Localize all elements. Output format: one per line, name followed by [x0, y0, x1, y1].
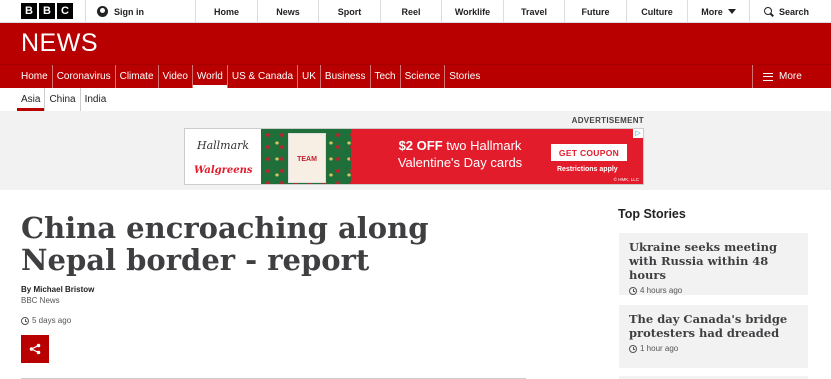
clock-icon — [629, 286, 637, 295]
signin-button[interactable]: Sign in — [85, 0, 144, 23]
ad-headline: $2 OFF two Hallmark Valentine's Day card… — [380, 137, 540, 171]
top-story-card[interactable]: Ukraine seeks meeting with Russia within… — [619, 233, 808, 295]
top-story-title[interactable]: The day Canada's bridge protesters had d… — [629, 312, 798, 340]
topnav-culture[interactable]: Culture — [626, 0, 687, 23]
top-story-time: 1 hour ago — [629, 344, 798, 353]
article-source: BBC News — [21, 296, 60, 305]
top-stories-title: Top Stories — [618, 207, 686, 221]
top-story-card[interactable]: The day Canada's bridge protesters had d… — [619, 305, 808, 368]
top-story-time-label: 4 hours ago — [640, 286, 683, 295]
ad-small-print: © HMK, LLC — [613, 177, 639, 182]
topnav-news[interactable]: News — [257, 0, 318, 23]
section-nav-item-business[interactable]: Business — [321, 65, 371, 88]
article-time: 5 days ago — [32, 316, 72, 325]
ad-label: ADVERTISEMENT — [571, 116, 644, 125]
topnav-home[interactable]: Home — [195, 0, 257, 23]
get-coupon-button[interactable]: GET COUPON — [551, 144, 627, 161]
topnav-sport[interactable]: Sport — [318, 0, 380, 23]
topnav-more-button[interactable]: More — [687, 0, 749, 23]
section-nav: Home Coronavirus Climate Video World US & Can… — [0, 64, 831, 88]
news-brand-title[interactable]: NEWS — [21, 29, 98, 58]
sub-nav-item-china[interactable]: China — [45, 88, 81, 111]
search-button[interactable]: Search — [749, 0, 823, 23]
bbc-logo[interactable]: B B C — [21, 3, 73, 19]
top-story-time-label: 1 hour ago — [640, 344, 679, 353]
section-nav-item-world[interactable]: World — [192, 65, 228, 88]
adchoices-icon[interactable]: ▷ — [633, 129, 643, 138]
news-banner: NEWS — [0, 23, 831, 64]
section-nav-item-tech[interactable]: Tech — [371, 65, 401, 88]
section-more-label: More — [779, 71, 802, 82]
ad-restrictions: Restrictions apply — [557, 166, 618, 173]
sub-nav-item-india[interactable]: India — [81, 88, 111, 111]
sub-nav: Asia China India — [17, 88, 110, 111]
article-timestamp: 5 days ago — [21, 316, 71, 325]
search-icon — [763, 6, 774, 17]
caret-down-icon — [727, 9, 736, 14]
top-story-title[interactable]: Ukraine seeks meeting with Russia within… — [629, 240, 798, 282]
top-story-time: 4 hours ago — [629, 286, 798, 295]
search-label: Search — [778, 6, 810, 17]
article-headline: China encroaching along Nepal border - r… — [21, 211, 429, 277]
ad-logo-panel: Hallmark Walgreens — [185, 129, 261, 184]
card-text: TEAM — [297, 156, 317, 163]
clock-icon — [629, 344, 637, 353]
ad-headline-bold: $2 OFF — [398, 138, 443, 153]
clock-icon — [21, 316, 29, 325]
logo-letter: C — [57, 3, 73, 19]
section-more-button[interactable]: More — [752, 65, 831, 88]
topnav-worklife[interactable]: Worklife — [441, 0, 503, 23]
section-nav-item-coronavirus[interactable]: Coronavirus — [53, 65, 116, 88]
section-nav-item-science[interactable]: Science — [401, 65, 446, 88]
topnav-travel[interactable]: Travel — [503, 0, 564, 23]
advertisement-banner[interactable]: Hallmark Walgreens TEAM $2 OFF two Hallm… — [184, 128, 644, 185]
share-button[interactable] — [21, 335, 49, 363]
ad-area: ADVERTISEMENT Hallmark Walgreens TEAM $2… — [0, 111, 831, 190]
signin-label: Sign in — [114, 6, 144, 17]
ad-card-image: TEAM — [261, 129, 351, 184]
topnav-future[interactable]: Future — [564, 0, 626, 23]
section-nav-item-uk[interactable]: UK — [298, 65, 321, 88]
more-label: More — [701, 6, 723, 17]
logo-letter: B — [21, 3, 37, 19]
share-icon — [29, 343, 41, 355]
top-nav: Home News Sport Reel Worklife Travel Fut… — [195, 0, 823, 23]
logo-letter: B — [39, 3, 55, 19]
section-nav-items: Home Coronavirus Climate Video World US & Can… — [17, 65, 484, 88]
top-bar: B B C Sign in Home News Sport Reel Workl… — [0, 0, 831, 23]
section-nav-item-us-canada[interactable]: US & Canada — [228, 65, 299, 88]
section-nav-item-climate[interactable]: Climate — [116, 65, 159, 88]
walgreens-logo: Walgreens — [194, 165, 253, 176]
user-icon — [97, 6, 108, 17]
sub-nav-item-asia[interactable]: Asia — [17, 88, 46, 111]
topnav-reel[interactable]: Reel — [380, 0, 441, 23]
menu-icon — [763, 72, 773, 81]
section-nav-item-home[interactable]: Home — [17, 65, 53, 88]
article-byline: By Michael Bristow — [21, 285, 95, 294]
valentine-card: TEAM — [288, 133, 326, 183]
hallmark-logo: Hallmark — [197, 139, 250, 152]
section-nav-item-video[interactable]: Video — [159, 65, 193, 88]
section-nav-item-stories[interactable]: Stories — [445, 65, 484, 88]
